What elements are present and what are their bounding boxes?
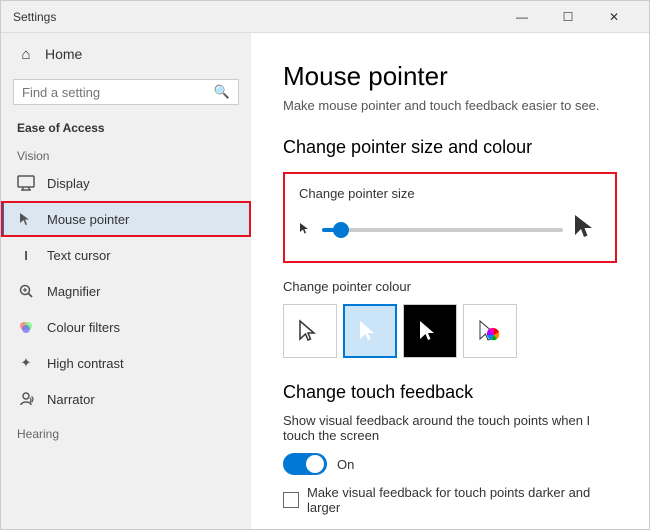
page-title: Mouse pointer <box>283 61 617 92</box>
sidebar-item-high-contrast-label: High contrast <box>47 356 124 371</box>
sidebar-item-display[interactable]: Display <box>1 165 251 201</box>
sidebar-item-magnifier[interactable]: Magnifier <box>1 273 251 309</box>
mouse-pointer-icon <box>17 210 35 228</box>
sidebar-item-home[interactable]: ⌂ Home <box>1 33 251 75</box>
sidebar-item-narrator[interactable]: Narrator <box>1 381 251 417</box>
search-input[interactable] <box>22 85 208 100</box>
touch-section-title: Change touch feedback <box>283 382 617 403</box>
maximize-button[interactable]: ☐ <box>545 1 591 33</box>
search-box[interactable]: 🔍 <box>13 79 239 105</box>
main-panel: Mouse pointer Make mouse pointer and tou… <box>251 33 649 529</box>
slider-thumb <box>333 222 349 238</box>
toggle-label: On <box>337 457 354 472</box>
sidebar-item-display-label: Display <box>47 176 90 191</box>
narrator-icon <box>17 390 35 408</box>
colour-option-black[interactable] <box>343 304 397 358</box>
toggle-knob <box>306 455 324 473</box>
touch-darker-checkbox[interactable] <box>283 492 299 508</box>
colour-option-inverted[interactable] <box>403 304 457 358</box>
hearing-category-label: Hearing <box>1 417 251 443</box>
checkbox-row: Make visual feedback for touch points da… <box>283 485 617 515</box>
small-cursor-icon <box>299 222 312 238</box>
sidebar-item-narrator-label: Narrator <box>47 392 95 407</box>
colour-option-white[interactable] <box>283 304 337 358</box>
large-cursor-icon <box>573 213 601 247</box>
touch-desc: Show visual feedback around the touch po… <box>283 413 617 443</box>
titlebar: Settings — ☐ ✕ <box>1 1 649 33</box>
sidebar-item-text-cursor[interactable]: I Text cursor <box>1 237 251 273</box>
sidebar: ⌂ Home 🔍 Ease of Access Vision <box>1 33 251 529</box>
sidebar-item-colour-filters-label: Colour filters <box>47 320 120 335</box>
search-icon: 🔍 <box>214 84 230 100</box>
sidebar-item-magnifier-label: Magnifier <box>47 284 100 299</box>
minimize-button[interactable]: — <box>499 1 545 33</box>
touch-toggle-row: On <box>283 453 617 475</box>
settings-window: Settings — ☐ ✕ ⌂ Home 🔍 Ease of Access V… <box>0 0 650 530</box>
display-icon <box>17 174 35 192</box>
sidebar-section-label: Ease of Access <box>1 117 251 143</box>
home-icon: ⌂ <box>17 45 35 63</box>
page-subtitle: Make mouse pointer and touch feedback ea… <box>283 98 617 113</box>
home-label: Home <box>45 46 82 62</box>
pointer-colour-label: Change pointer colour <box>283 279 617 294</box>
touch-toggle[interactable] <box>283 453 327 475</box>
sidebar-item-text-cursor-label: Text cursor <box>47 248 111 263</box>
sidebar-item-mouse-pointer-label: Mouse pointer <box>47 212 129 227</box>
slider-row <box>299 213 601 247</box>
main-content: ⌂ Home 🔍 Ease of Access Vision <box>1 33 649 529</box>
pointer-size-box: Change pointer size <box>283 172 617 263</box>
titlebar-title: Settings <box>13 10 499 24</box>
checkbox-label: Make visual feedback for touch points da… <box>307 485 617 515</box>
sidebar-item-mouse-pointer[interactable]: Mouse pointer <box>1 201 251 237</box>
colour-filters-icon <box>17 318 35 336</box>
sidebar-item-colour-filters[interactable]: Colour filters <box>1 309 251 345</box>
colour-option-custom[interactable] <box>463 304 517 358</box>
magnifier-icon <box>17 282 35 300</box>
text-cursor-icon: I <box>17 246 35 264</box>
colour-options <box>283 304 617 358</box>
high-contrast-icon: ✦ <box>17 354 35 372</box>
titlebar-controls: — ☐ ✕ <box>499 1 637 33</box>
pointer-section-title: Change pointer size and colour <box>283 137 617 158</box>
sidebar-item-high-contrast[interactable]: ✦ High contrast <box>1 345 251 381</box>
vision-category-label: Vision <box>1 143 251 165</box>
pointer-size-slider[interactable] <box>322 228 563 232</box>
close-button[interactable]: ✕ <box>591 1 637 33</box>
pointer-size-label: Change pointer size <box>299 186 601 201</box>
